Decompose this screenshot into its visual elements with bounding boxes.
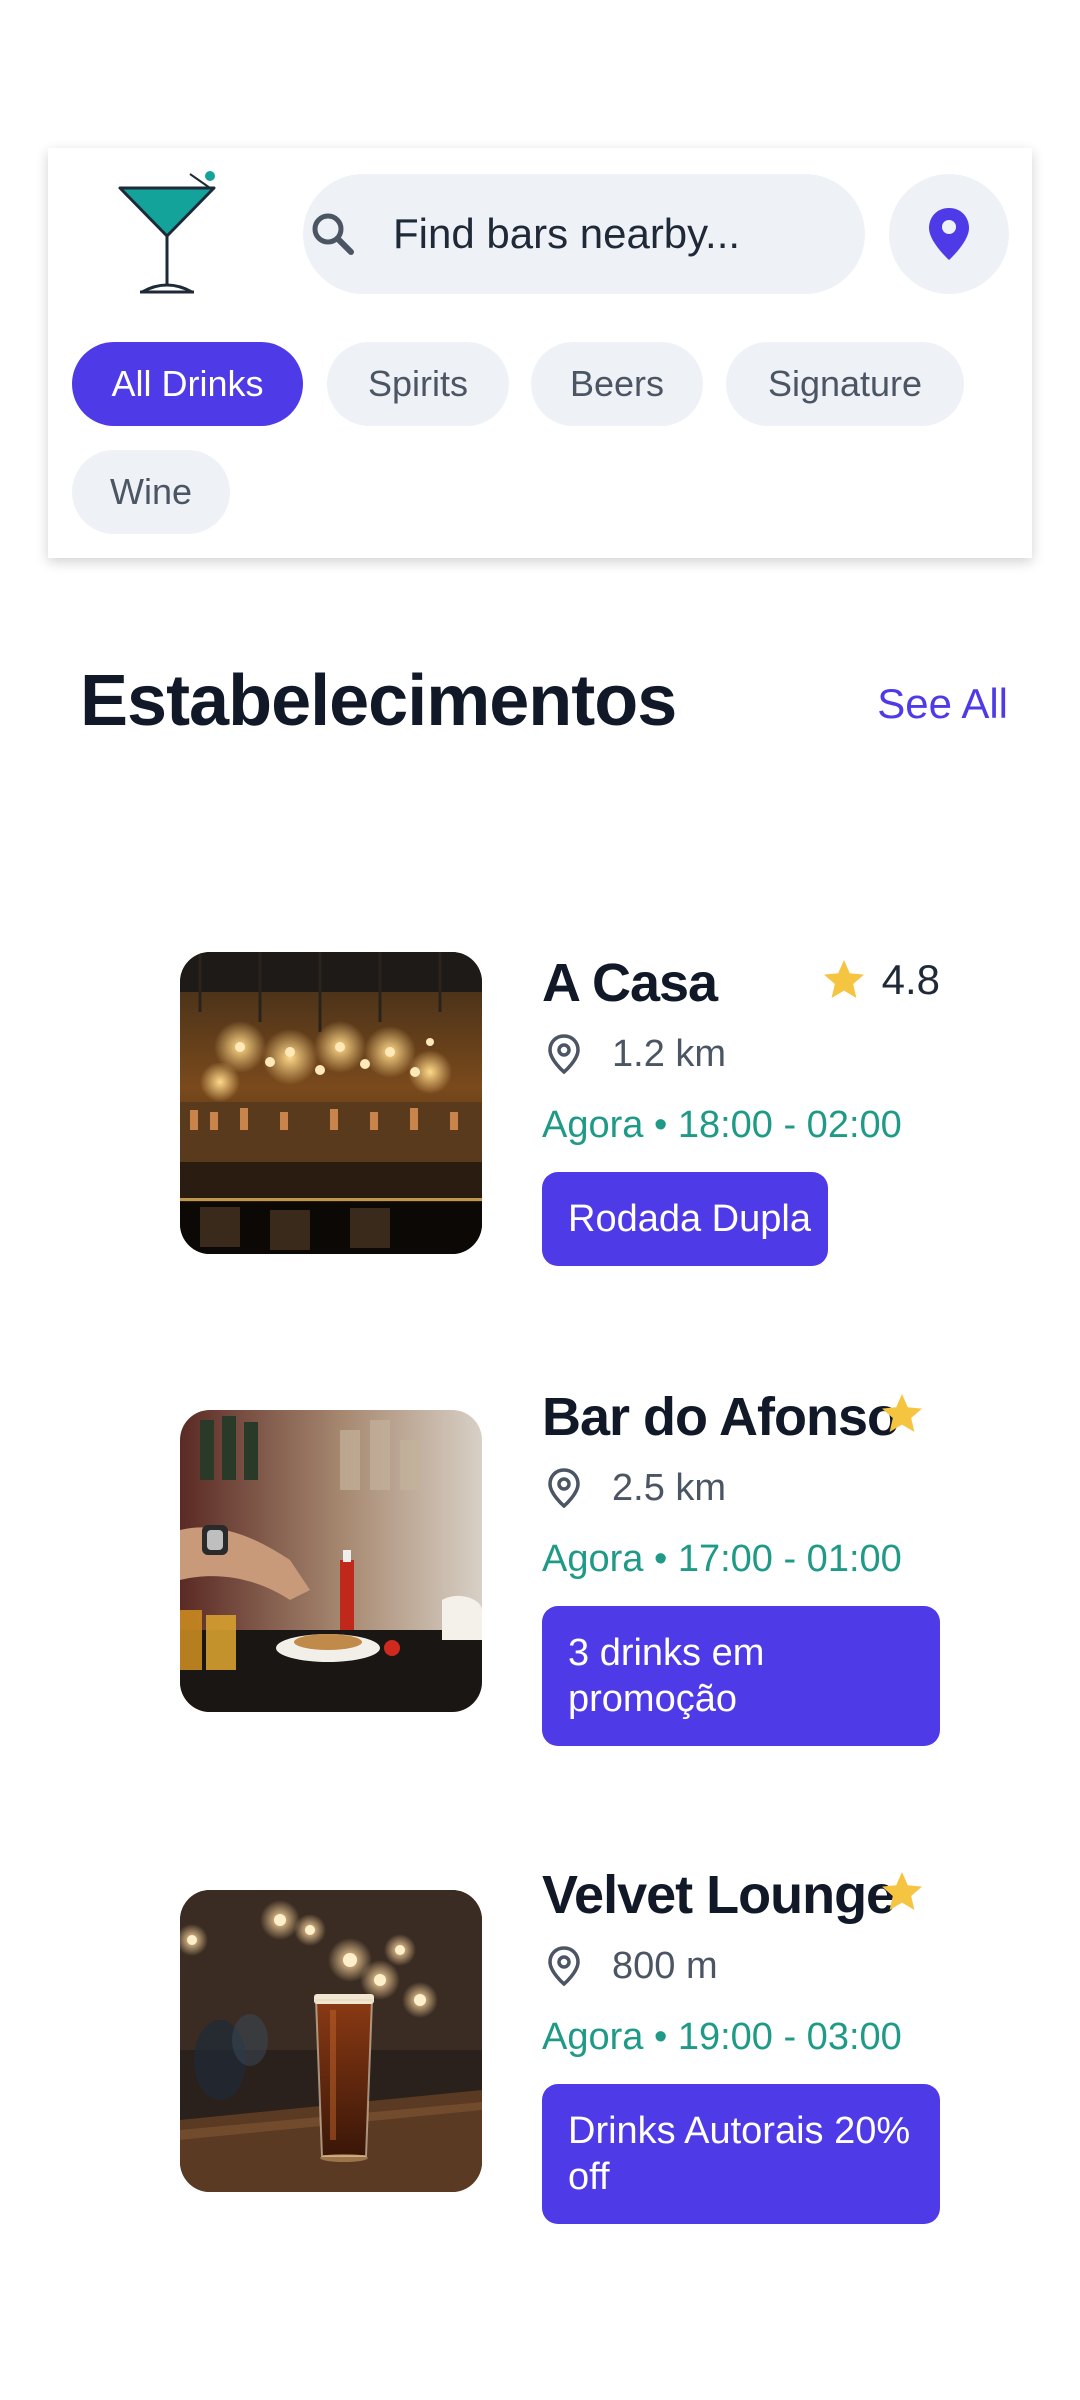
chip-beers[interactable]: Beers [531, 342, 703, 426]
venue-card[interactable]: A Casa 4.8 1.2 km Agora • 18:00 - 02:00 … [180, 952, 940, 1272]
search-icon [312, 213, 354, 255]
venue-distance: 800 m [542, 1944, 718, 1988]
chip-all-drinks[interactable]: All Drinks [72, 342, 303, 426]
location-outline-icon [548, 1034, 580, 1075]
chip-spirits[interactable]: Spirits [327, 342, 509, 426]
venue-rating [878, 1390, 940, 1438]
star-icon [882, 1872, 922, 1910]
venue-card[interactable]: Velvet Lounge 800 m Agora • 19:00 - 03:0… [180, 1864, 940, 2224]
venue-hours: Agora • 17:00 - 01:00 [542, 1538, 902, 1580]
venue-distance: 1.2 km [542, 1032, 726, 1076]
cocktail-logo-icon[interactable] [112, 170, 222, 296]
venue-hours: Agora • 19:00 - 03:00 [542, 2016, 902, 2058]
venue-name: A Casa [542, 953, 718, 1013]
chip-wine[interactable]: Wine [72, 450, 230, 534]
section-title: Estabelecimentos [80, 661, 677, 741]
venue-photo [180, 1410, 482, 1712]
location-outline-icon [548, 1946, 580, 1987]
search-bar[interactable] [303, 174, 865, 294]
venue-hours: Agora • 18:00 - 02:00 [542, 1104, 902, 1146]
chip-signature[interactable]: Signature [726, 342, 964, 426]
venue-rating [878, 1868, 940, 1916]
venue-name: Velvet Lounge [542, 1865, 896, 1925]
see-all-link[interactable]: See All [877, 680, 1008, 728]
venue-rating: 4.8 [820, 956, 940, 1004]
rating-value: 4.8 [881, 956, 940, 1003]
venue-name: Bar do Afonso [542, 1387, 900, 1447]
venue-photo [180, 1890, 482, 2192]
location-button[interactable] [889, 174, 1009, 294]
screen: All Drinks Spirits Beers Signature Wine … [0, 0, 1080, 2400]
venue-card[interactable]: Bar do Afonso 2.5 km Agora • 17:00 - 01:… [180, 1386, 940, 1746]
promo-badge[interactable]: Rodada Dupla [542, 1172, 828, 1266]
distance-value: 1.2 km [612, 1032, 727, 1075]
distance-value: 800 m [612, 1944, 718, 1987]
distance-value: 2.5 km [612, 1466, 727, 1509]
venue-photo [180, 952, 482, 1254]
promo-badge[interactable]: 3 drinks em promoção [542, 1606, 940, 1746]
location-pin-icon [929, 208, 969, 260]
star-icon [882, 1394, 922, 1432]
search-input[interactable] [391, 209, 835, 259]
venue-distance: 2.5 km [542, 1466, 726, 1510]
promo-badge[interactable]: Drinks Autorais 20% off [542, 2084, 940, 2224]
location-outline-icon [548, 1468, 580, 1509]
star-icon [823, 960, 864, 998]
